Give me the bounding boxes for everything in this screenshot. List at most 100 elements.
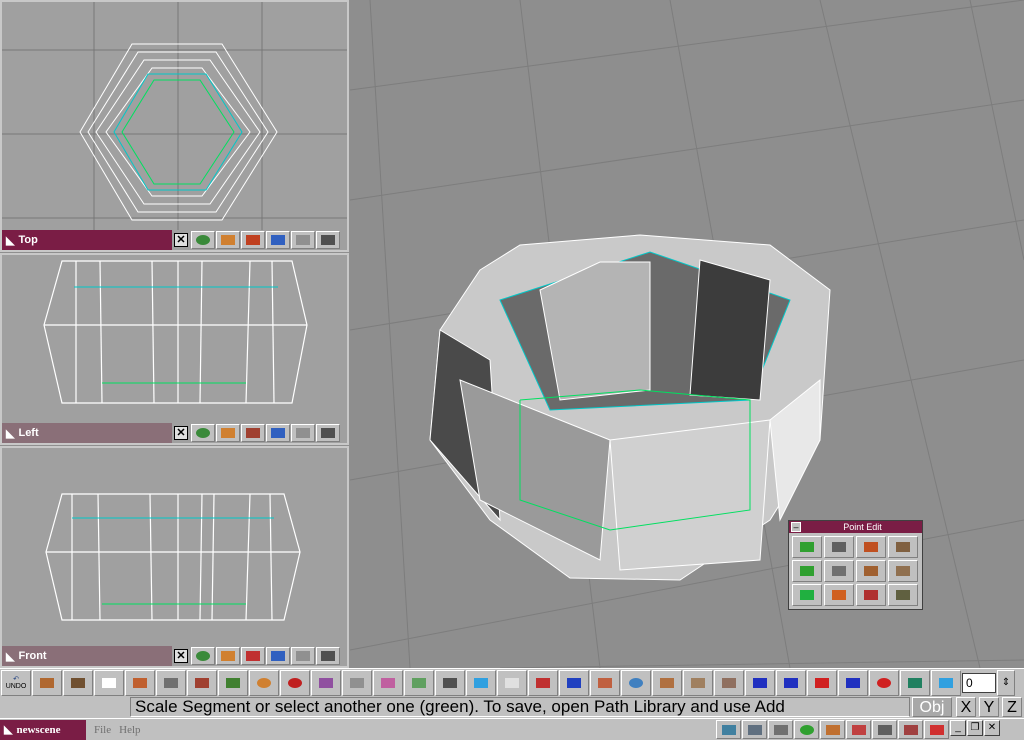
shoe-icon: ◣ bbox=[6, 427, 15, 440]
axis-y-button[interactable]: Y bbox=[979, 697, 999, 717]
tool-d-icon[interactable] bbox=[794, 720, 819, 739]
shoe-icon: ◣ bbox=[6, 650, 15, 663]
axis-icon[interactable] bbox=[316, 231, 340, 249]
box-orange-icon[interactable] bbox=[824, 584, 854, 606]
library-icon[interactable] bbox=[404, 669, 434, 696]
top-viewport[interactable]: ◣ Top ✕ bbox=[0, 0, 349, 252]
left-viewport-label-area[interactable]: ◣ Left bbox=[2, 423, 172, 443]
axes-icon[interactable] bbox=[528, 669, 558, 696]
twist-icon[interactable] bbox=[714, 669, 744, 696]
shoe-icon: ◣ bbox=[6, 234, 15, 247]
menu-file[interactable]: File bbox=[94, 724, 111, 736]
box-icon[interactable] bbox=[824, 536, 854, 558]
box-icon[interactable] bbox=[824, 560, 854, 582]
left-viewport[interactable]: ◣ Left ✕ bbox=[0, 253, 349, 445]
move-icon[interactable] bbox=[191, 231, 215, 249]
house-icon[interactable] bbox=[241, 647, 265, 665]
loop-icon[interactable] bbox=[931, 669, 961, 696]
zoom-icon[interactable] bbox=[266, 424, 290, 442]
app-title[interactable]: ◣ newscene bbox=[0, 719, 86, 740]
molecule-icon[interactable] bbox=[311, 669, 341, 696]
pan-icon[interactable] bbox=[291, 231, 315, 249]
close-button[interactable]: ✕ bbox=[174, 649, 188, 663]
move-icon[interactable] bbox=[191, 647, 215, 665]
landscape-icon[interactable] bbox=[218, 669, 248, 696]
delete-icon[interactable] bbox=[856, 584, 886, 606]
mesh-icon[interactable] bbox=[156, 669, 186, 696]
next-frame-icon[interactable] bbox=[838, 669, 868, 696]
tool-b-icon[interactable] bbox=[742, 720, 767, 739]
move-icon[interactable] bbox=[191, 424, 215, 442]
sphere-icon[interactable] bbox=[249, 669, 279, 696]
tool-f-icon[interactable] bbox=[846, 720, 871, 739]
morph-icon[interactable] bbox=[856, 560, 886, 582]
front-viewport[interactable]: ◣ Front ✕ bbox=[0, 446, 349, 668]
play-icon[interactable] bbox=[807, 669, 837, 696]
floor-icon[interactable] bbox=[590, 669, 620, 696]
pan-icon[interactable] bbox=[291, 647, 315, 665]
move-object-icon[interactable] bbox=[125, 669, 155, 696]
minimize-window-icon[interactable]: _ bbox=[950, 720, 966, 736]
axis-z-button[interactable]: Z bbox=[1002, 697, 1022, 717]
view-icon[interactable] bbox=[241, 231, 265, 249]
list-icon[interactable] bbox=[435, 669, 465, 696]
top-wireframe bbox=[2, 2, 347, 230]
obj-mode-button[interactable]: Obj bbox=[912, 697, 952, 717]
front-viewport-label-area[interactable]: ◣ Front bbox=[2, 646, 172, 666]
zoom-icon[interactable] bbox=[266, 647, 290, 665]
axis-icon[interactable] bbox=[316, 647, 340, 665]
menu-help[interactable]: Help bbox=[119, 724, 140, 736]
close-button[interactable]: ✕ bbox=[174, 426, 188, 440]
undo-button[interactable]: ↶ UNDO bbox=[1, 669, 31, 696]
tool-e-icon[interactable] bbox=[820, 720, 845, 739]
select-face-icon[interactable] bbox=[792, 584, 822, 606]
close-button[interactable]: ✕ bbox=[174, 233, 188, 247]
first-frame-icon[interactable] bbox=[745, 669, 775, 696]
restore-window-icon[interactable]: ❐ bbox=[967, 720, 983, 736]
sofa-icon[interactable] bbox=[63, 669, 93, 696]
slide-icon[interactable] bbox=[652, 669, 682, 696]
cube-icon[interactable] bbox=[466, 669, 496, 696]
shoe-icon: ◣ bbox=[4, 724, 13, 736]
main-toolbar: ↶UNDO ⇕ bbox=[0, 668, 1024, 696]
figure-icon[interactable] bbox=[497, 669, 527, 696]
select-point-icon[interactable] bbox=[792, 536, 822, 558]
key-icon[interactable] bbox=[900, 669, 930, 696]
tool-c-icon[interactable] bbox=[768, 720, 793, 739]
point-edit-panel[interactable]: – Point Edit bbox=[788, 520, 923, 610]
select-edge-icon[interactable] bbox=[792, 560, 822, 582]
close-window-icon[interactable]: ✕ bbox=[984, 720, 1000, 736]
rotate-icon[interactable] bbox=[216, 647, 240, 665]
path-icon[interactable] bbox=[342, 669, 372, 696]
texture-icon[interactable] bbox=[888, 560, 918, 582]
minimize-button[interactable]: – bbox=[791, 522, 801, 532]
rotate-icon[interactable] bbox=[216, 424, 240, 442]
zoom-icon[interactable] bbox=[266, 231, 290, 249]
pointer-icon[interactable] bbox=[94, 669, 124, 696]
record-icon[interactable] bbox=[869, 669, 899, 696]
funnel-icon[interactable] bbox=[373, 669, 403, 696]
material-icon[interactable] bbox=[280, 669, 310, 696]
3d-icon[interactable] bbox=[621, 669, 651, 696]
texture-icon[interactable] bbox=[888, 536, 918, 558]
house-icon[interactable] bbox=[241, 424, 265, 442]
cylinder-icon[interactable] bbox=[32, 669, 62, 696]
tool-h-icon[interactable] bbox=[898, 720, 923, 739]
box-red-icon[interactable] bbox=[856, 536, 886, 558]
tool-a-icon[interactable] bbox=[716, 720, 741, 739]
tool-g-icon[interactable] bbox=[872, 720, 897, 739]
top-viewport-label-area[interactable]: ◣ Top bbox=[2, 230, 172, 250]
pan-icon[interactable] bbox=[291, 424, 315, 442]
axis-x-button[interactable]: X bbox=[956, 697, 976, 717]
status-bar: Scale Segment or select another one (gre… bbox=[0, 696, 1024, 718]
box-icon[interactable] bbox=[187, 669, 217, 696]
frame-spin-icon[interactable]: ⇕ bbox=[997, 669, 1015, 696]
axis-icon[interactable] bbox=[316, 424, 340, 442]
lathe-icon[interactable] bbox=[683, 669, 713, 696]
rotate-icon[interactable] bbox=[216, 231, 240, 249]
grid-icon[interactable] bbox=[559, 669, 589, 696]
tool-i-icon[interactable] bbox=[924, 720, 949, 739]
frame-number-input[interactable] bbox=[962, 672, 996, 693]
paint-icon[interactable] bbox=[888, 584, 918, 606]
prev-frame-icon[interactable] bbox=[776, 669, 806, 696]
